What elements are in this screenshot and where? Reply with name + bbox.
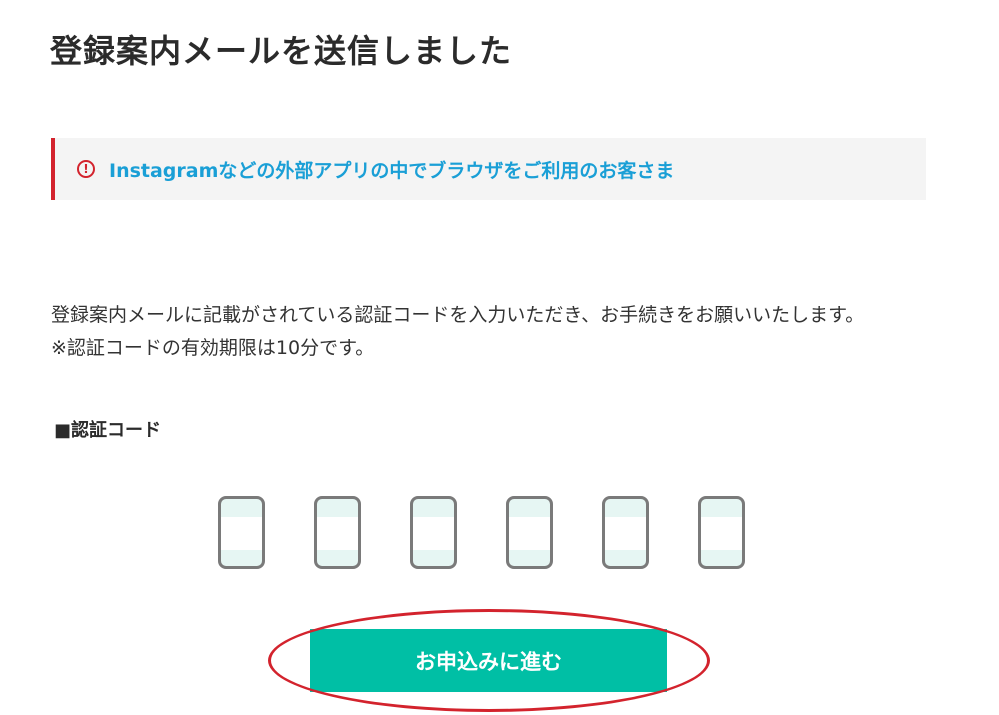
- code-digit-box-6: [698, 496, 745, 569]
- verification-code-label: ■認証コード: [54, 420, 162, 441]
- notice-text: Instagramなどの外部アプリの中でブラウザをご利用のお客さま: [109, 159, 675, 182]
- page: 登録案内メールを送信しました ! Instagramなどの外部アプリの中でブラウ…: [0, 0, 999, 715]
- code-digit-box-1: [218, 496, 265, 569]
- page-title: 登録案内メールを送信しました: [50, 32, 513, 70]
- proceed-to-application-button[interactable]: お申込みに進む: [310, 629, 667, 692]
- instructions-line-1: 登録案内メールに記載がされている認証コードを入力いただき、お手続きをお願いいたし…: [51, 304, 865, 326]
- verification-code-inputs: [218, 496, 745, 569]
- code-digit-input-3[interactable]: [413, 499, 454, 566]
- code-digit-input-4[interactable]: [509, 499, 550, 566]
- code-digit-input-5[interactable]: [605, 499, 646, 566]
- code-digit-input-6[interactable]: [701, 499, 742, 566]
- instructions: 登録案内メールに記載がされている認証コードを入力いただき、お手続きをお願いいたし…: [51, 299, 864, 365]
- external-browser-notice[interactable]: ! Instagramなどの外部アプリの中でブラウザをご利用のお客さま: [51, 138, 926, 200]
- exclamation-circle-icon: !: [77, 160, 95, 178]
- instructions-line-2: ※認証コードの有効期限は10分です。: [51, 337, 375, 359]
- code-digit-input-1[interactable]: [221, 499, 262, 566]
- code-digit-box-2: [314, 496, 361, 569]
- code-digit-box-4: [506, 496, 553, 569]
- code-digit-box-5: [602, 496, 649, 569]
- code-digit-box-3: [410, 496, 457, 569]
- code-digit-input-2[interactable]: [317, 499, 358, 566]
